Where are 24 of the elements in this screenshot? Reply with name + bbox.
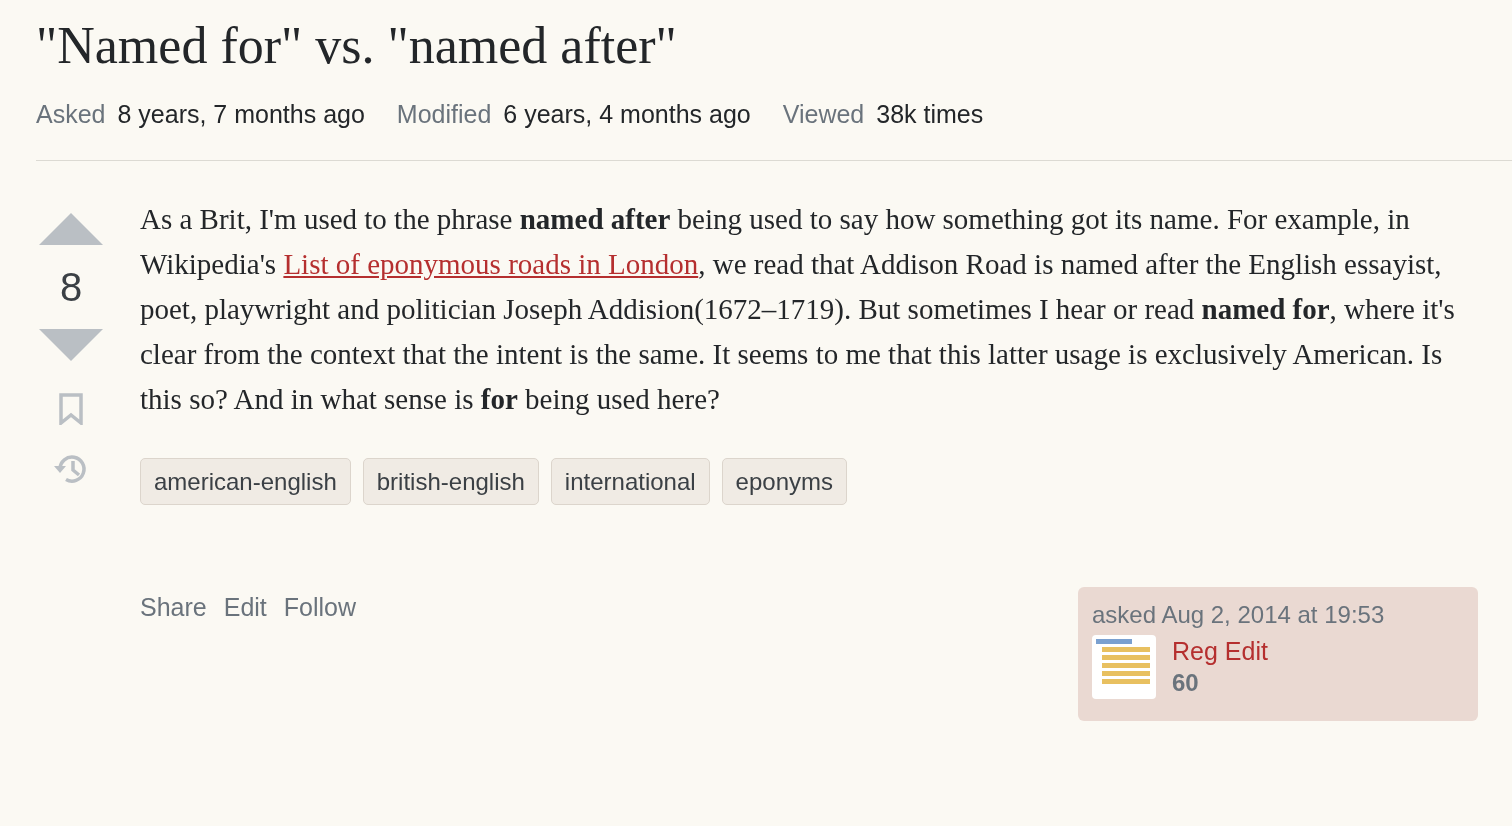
asked-time: asked Aug 2, 2014 at 19:53 [1092,600,1386,630]
reputation-score: 60 [1172,668,1200,698]
tag-link[interactable]: american-english [140,458,351,505]
post-action-link[interactable]: Share [140,591,207,623]
meta-label: Viewed [782,99,865,130]
post-action-link[interactable]: Follow [283,591,357,623]
downvote-button[interactable] [38,327,104,363]
bookmark-icon[interactable] [59,393,83,425]
tag-link[interactable]: international [550,458,710,505]
tag-link[interactable]: british-english [362,458,539,505]
avatar-image [1092,635,1156,699]
tag-link[interactable]: eponyms [721,458,847,505]
user-name-link[interactable]: Reg Edit [1172,635,1268,667]
vote-count: 8 [59,264,83,311]
meta-value: 8 years, 7 months ago [117,99,365,130]
meta-value: 38k times [876,99,984,130]
meta-label: Asked [36,99,106,130]
meta-value: 6 years, 4 months ago [503,99,751,130]
meta-label: Modified [396,99,492,130]
question-body: As a Brit, I'm used to the phrase named after being used to say how something got its name. For example, in Wikipedia's List of eponymous roads in London, we read that Addison Road is named after the English essayist, poet, playwright and politician Joseph Addision(1672–1719). But sometimes I hear or read named for, where it's clear from the context that the intent is the same. It seems to me that this latter usage is exclusively American. Is this so? And in what sense is for being used here? [140,202,1456,417]
post-action-link[interactable]: Edit [223,591,267,623]
question-title: "Named for" vs. "named after" [36,16,678,76]
wikipedia-link[interactable]: List of eponymous roads in London [283,248,699,280]
upvote-button[interactable] [38,211,104,247]
